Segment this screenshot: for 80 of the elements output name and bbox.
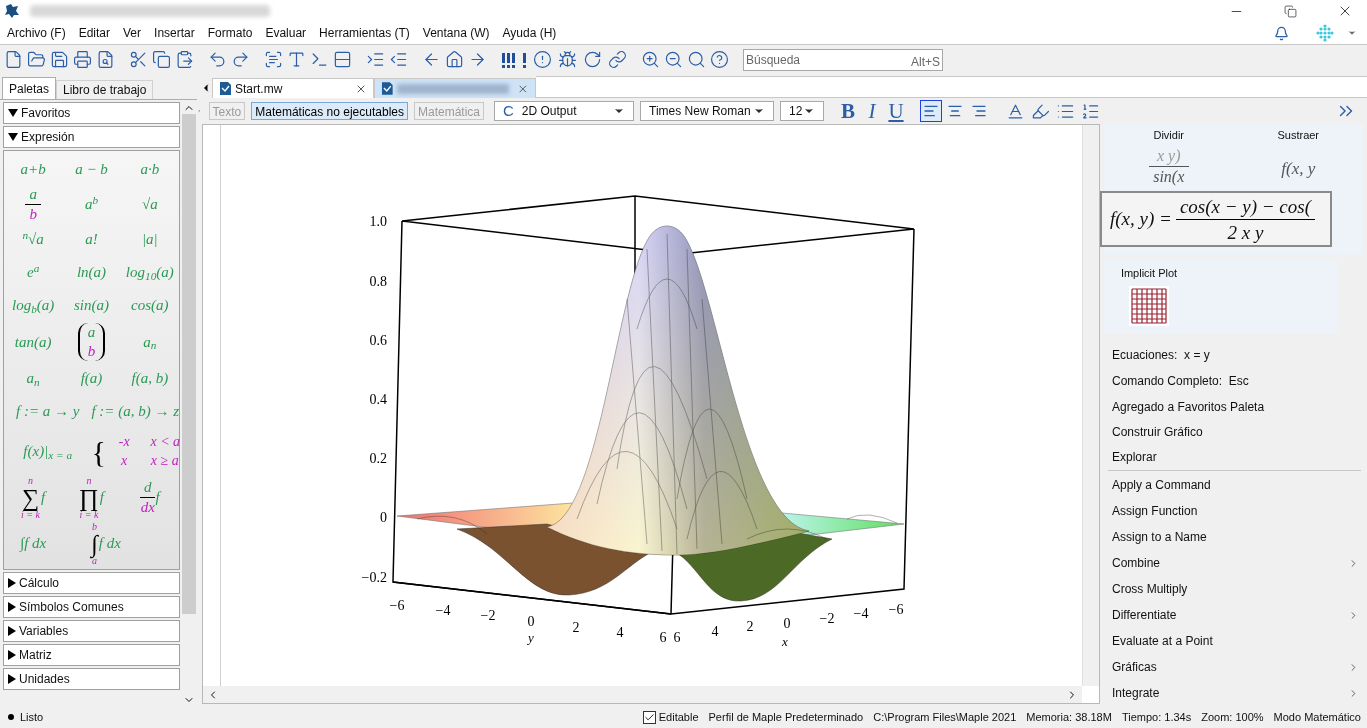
context-menu-item[interactable]: Combine [1112, 550, 1359, 576]
status-item: Tiempo: 1.34s [1121, 709, 1192, 725]
shortcut-hint: Comando Completo: Esc [1112, 373, 1250, 390]
style-dropdown[interactable]: C 2D Output [494, 101, 634, 121]
editable-checkbox[interactable]: Editable [642, 708, 699, 726]
shortcut-hint: Ecuaciones: x = y [1112, 347, 1211, 364]
y-tick-label: 0 [527, 614, 535, 629]
context-menu-item[interactable]: Agregado a Favoritos Paleta [1112, 394, 1359, 419]
status-item: Zoom: 100% [1201, 709, 1264, 725]
z-tick-label: 0.2 [369, 451, 387, 466]
x-tick-label: 4 [711, 624, 719, 639]
x-tick-label: 0 [783, 616, 791, 631]
y-tick-label: −4 [435, 603, 451, 618]
z-tick-label: 0.8 [369, 274, 387, 289]
context-menu-item[interactable]: Assign Function [1112, 498, 1359, 524]
x-tick-label: −6 [888, 602, 904, 617]
context-menu-item[interactable]: Construir Gráfico [1112, 419, 1359, 444]
x-tick-label: −2 [819, 611, 835, 626]
shortcut-hint: Alt+S [911, 53, 940, 71]
font-dropdown[interactable]: Times New Roman [640, 101, 774, 121]
y-tick-label: 4 [616, 625, 624, 640]
context-menu-item[interactable]: Differentiate [1112, 602, 1359, 628]
palette-item[interactable]: b ∫ a f dx [62, 521, 150, 566]
menu-item[interactable]: Editar [78, 24, 111, 42]
status-item: Modo Matemático [1273, 709, 1361, 725]
palette-section-header[interactable]: Variables [3, 619, 180, 642]
status-item: Memoria: 38.18M [1026, 709, 1112, 725]
z-tick-label: 0.6 [369, 333, 387, 348]
z-tick-label: −0.2 [361, 570, 387, 585]
menu-item[interactable]: Ventana (W) [422, 24, 490, 42]
y-tick-label: 6 [659, 630, 667, 645]
y-tick-label: −2 [480, 608, 496, 623]
palette-item[interactable]: a b [4, 187, 63, 222]
z-tick-label: 0.4 [369, 392, 387, 407]
palette-section-header[interactable]: Cálculo [3, 571, 180, 594]
panel-tab[interactable]: Paletas [2, 77, 57, 99]
palette-section-header[interactable]: Favoritos [3, 102, 180, 124]
menu-item[interactable]: Evaluar [265, 24, 307, 42]
status-item: Perfil de Maple Predeterminado [708, 709, 864, 725]
palette-item[interactable]: n ∑ i = k f [4, 475, 63, 520]
text-style-button[interactable]: U [886, 100, 906, 122]
x-axis-label: x [782, 634, 788, 649]
context-menu-item[interactable]: Assign to a Name [1112, 524, 1359, 550]
x-tick-label: −4 [853, 606, 869, 621]
input-mode-button[interactable]: Matemáticas no ejecutables [251, 102, 408, 120]
z-tick-label: 1.0 [369, 214, 387, 229]
menu-item[interactable]: Herramientas (T) [319, 24, 410, 42]
palette-section-header[interactable]: Unidades [3, 667, 180, 690]
status-item: C:\Program Files\Maple 2021 [873, 709, 1017, 725]
menu-item[interactable]: Ayuda (H) [502, 24, 557, 42]
palette-section-header[interactable]: Símbolos Comunes [3, 595, 180, 618]
panel-tab[interactable]: Libro de trabajo [56, 80, 154, 99]
menu-item[interactable]: Insertar [154, 24, 195, 42]
context-menu-item[interactable]: Integrate [1112, 680, 1359, 706]
menu-item[interactable]: Formato [207, 24, 253, 42]
palette-item[interactable]: a b [62, 323, 121, 361]
z-tick-label: 0 [380, 510, 387, 525]
x-tick-label: 6 [673, 630, 681, 645]
y-tick-label: −6 [389, 598, 405, 613]
palette-section-header[interactable]: Matriz [3, 643, 180, 666]
menu-item[interactable]: Archivo (F) [7, 24, 66, 42]
context-menu-item[interactable]: Cross Multiply [1112, 576, 1359, 602]
palette-section-header[interactable]: Expresión [3, 126, 180, 148]
context-menu-item[interactable]: Evaluate at a Point [1112, 628, 1359, 654]
status-text: Listo [20, 709, 44, 725]
context-menu-item[interactable]: Explorar [1112, 444, 1359, 469]
y-axis-label: y [528, 630, 534, 645]
suggestion-tile[interactable]: Dividir x y) sin(x [1104, 127, 1234, 190]
x-tick-label: 2 [746, 619, 754, 634]
suggestion-tile[interactable]: Sustraer f(x, y [1233, 127, 1363, 190]
y-tick-label: 2 [572, 620, 580, 635]
context-menu-item[interactable]: Gráficas [1112, 654, 1359, 680]
text-style-button[interactable]: I [862, 100, 882, 122]
font-size-dropdown[interactable]: 12 [780, 101, 824, 121]
context-menu-item[interactable]: Apply a Command [1112, 472, 1359, 498]
palette-item[interactable]: { -x x < a x x ≥ a [91, 428, 179, 474]
text-style-button[interactable]: B [838, 100, 858, 122]
palette-item[interactable]: n ∏ i = k f [62, 475, 121, 520]
document-tab[interactable]: Start.mw [212, 78, 374, 98]
menu-item[interactable]: Ver [123, 24, 142, 42]
